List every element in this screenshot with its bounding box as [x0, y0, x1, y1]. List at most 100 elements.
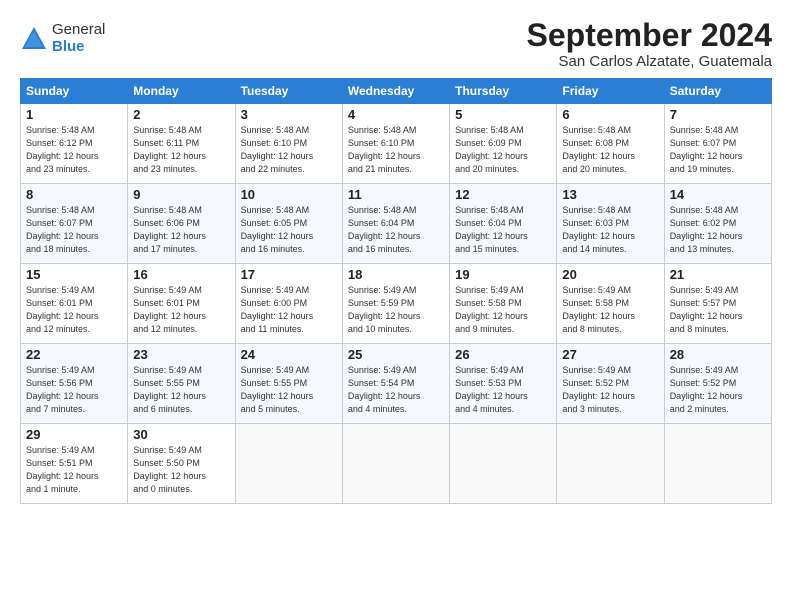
- day-info: Sunrise: 5:49 AM Sunset: 5:52 PM Dayligh…: [562, 364, 658, 416]
- day-cell: 17Sunrise: 5:49 AM Sunset: 6:00 PM Dayli…: [235, 264, 342, 344]
- day-info: Sunrise: 5:48 AM Sunset: 6:06 PM Dayligh…: [133, 204, 229, 256]
- week-row-4: 22 Sunrise: 5:49 AM Sunset: 5:56 PM Dayli…: [21, 344, 772, 424]
- day-cell: 19Sunrise: 5:49 AM Sunset: 5:58 PM Dayli…: [450, 264, 557, 344]
- day-info: Sunrise: 5:48 AM Sunset: 6:04 PM Dayligh…: [348, 204, 444, 256]
- day-cell: 1Sunrise: 5:48 AM Sunset: 6:12 PM Daylig…: [21, 104, 128, 184]
- day-number: 19: [455, 267, 551, 282]
- day-info: Sunrise: 5:49 AM Sunset: 5:55 PM Dayligh…: [133, 364, 229, 416]
- day-number: 2: [133, 107, 229, 122]
- day-info: Sunrise: 5:48 AM Sunset: 6:03 PM Dayligh…: [562, 204, 658, 256]
- title-block: September 2024 San Carlos Alzatate, Guat…: [527, 18, 772, 70]
- day-cell: 3 Sunrise: 5:48 AM Sunset: 6:10 PM Daylig…: [235, 104, 342, 184]
- calendar-body: 1Sunrise: 5:48 AM Sunset: 6:12 PM Daylig…: [21, 104, 772, 504]
- day-number: 10: [241, 187, 337, 202]
- day-number: 3: [241, 107, 337, 122]
- day-cell: 27 Sunrise: 5:49 AM Sunset: 5:52 PM Dayli…: [557, 344, 664, 424]
- day-number: 7: [670, 107, 766, 122]
- day-cell: 28 Sunrise: 5:49 AM Sunset: 5:52 PM Dayli…: [664, 344, 771, 424]
- day-info: Sunrise: 5:49 AM Sunset: 5:50 PM Dayligh…: [133, 444, 229, 496]
- col-monday: Monday: [128, 79, 235, 104]
- day-number: 29: [26, 427, 122, 442]
- header: General Blue September 2024 San Carlos A…: [20, 18, 772, 70]
- day-info: Sunrise: 5:48 AM Sunset: 6:07 PM Dayligh…: [26, 204, 122, 256]
- day-number: 20: [562, 267, 658, 282]
- week-row-3: 15Sunrise: 5:49 AM Sunset: 6:01 PM Dayli…: [21, 264, 772, 344]
- day-cell: 18 Sunrise: 5:49 AM Sunset: 5:59 PM Dayli…: [342, 264, 449, 344]
- day-info: Sunrise: 5:49 AM Sunset: 5:58 PM Dayligh…: [562, 284, 658, 336]
- day-number: 11: [348, 187, 444, 202]
- day-cell: [450, 424, 557, 504]
- day-number: 16: [133, 267, 229, 282]
- location: San Carlos Alzatate, Guatemala: [527, 53, 772, 70]
- day-cell: 12 Sunrise: 5:48 AM Sunset: 6:04 PM Dayli…: [450, 184, 557, 264]
- week-row-5: 29 Sunrise: 5:49 AM Sunset: 5:51 PM Dayli…: [21, 424, 772, 504]
- day-number: 9: [133, 187, 229, 202]
- header-row: Sunday Monday Tuesday Wednesday Thursday…: [21, 79, 772, 104]
- day-cell: 13 Sunrise: 5:48 AM Sunset: 6:03 PM Dayli…: [557, 184, 664, 264]
- day-cell: 29 Sunrise: 5:49 AM Sunset: 5:51 PM Dayli…: [21, 424, 128, 504]
- col-thursday: Thursday: [450, 79, 557, 104]
- day-cell: 25Sunrise: 5:49 AM Sunset: 5:54 PM Dayli…: [342, 344, 449, 424]
- day-cell: 11 Sunrise: 5:48 AM Sunset: 6:04 PM Dayli…: [342, 184, 449, 264]
- day-info: Sunrise: 5:48 AM Sunset: 6:11 PM Dayligh…: [133, 124, 229, 176]
- day-number: 13: [562, 187, 658, 202]
- day-cell: 26 Sunrise: 5:49 AM Sunset: 5:53 PM Dayli…: [450, 344, 557, 424]
- col-friday: Friday: [557, 79, 664, 104]
- day-number: 8: [26, 187, 122, 202]
- day-number: 28: [670, 347, 766, 362]
- day-info: Sunrise: 5:49 AM Sunset: 5:53 PM Dayligh…: [455, 364, 551, 416]
- day-cell: 24 Sunrise: 5:49 AM Sunset: 5:55 PM Dayli…: [235, 344, 342, 424]
- day-cell: [557, 424, 664, 504]
- day-info: Sunrise: 5:48 AM Sunset: 6:04 PM Dayligh…: [455, 204, 551, 256]
- day-info: Sunrise: 5:48 AM Sunset: 6:07 PM Dayligh…: [670, 124, 766, 176]
- day-info: Sunrise: 5:49 AM Sunset: 5:52 PM Dayligh…: [670, 364, 766, 416]
- day-cell: 6Sunrise: 5:48 AM Sunset: 6:08 PM Daylig…: [557, 104, 664, 184]
- day-cell: 21 Sunrise: 5:49 AM Sunset: 5:57 PM Dayli…: [664, 264, 771, 344]
- day-cell: 14Sunrise: 5:48 AM Sunset: 6:02 PM Dayli…: [664, 184, 771, 264]
- day-number: 25: [348, 347, 444, 362]
- day-info: Sunrise: 5:48 AM Sunset: 6:09 PM Dayligh…: [455, 124, 551, 176]
- logo-blue-label: Blue: [52, 39, 105, 56]
- day-number: 6: [562, 107, 658, 122]
- day-info: Sunrise: 5:49 AM Sunset: 5:51 PM Dayligh…: [26, 444, 122, 496]
- day-cell: 2 Sunrise: 5:48 AM Sunset: 6:11 PM Daylig…: [128, 104, 235, 184]
- week-row-2: 8 Sunrise: 5:48 AM Sunset: 6:07 PM Daylig…: [21, 184, 772, 264]
- day-cell: 20 Sunrise: 5:49 AM Sunset: 5:58 PM Dayli…: [557, 264, 664, 344]
- day-number: 18: [348, 267, 444, 282]
- week-row-1: 1Sunrise: 5:48 AM Sunset: 6:12 PM Daylig…: [21, 104, 772, 184]
- col-saturday: Saturday: [664, 79, 771, 104]
- day-number: 22: [26, 347, 122, 362]
- month-title: September 2024: [527, 18, 772, 53]
- day-number: 26: [455, 347, 551, 362]
- day-cell: 15Sunrise: 5:49 AM Sunset: 6:01 PM Dayli…: [21, 264, 128, 344]
- day-number: 12: [455, 187, 551, 202]
- logo: General Blue: [20, 22, 105, 55]
- day-info: Sunrise: 5:49 AM Sunset: 5:55 PM Dayligh…: [241, 364, 337, 416]
- day-number: 15: [26, 267, 122, 282]
- day-cell: 10Sunrise: 5:48 AM Sunset: 6:05 PM Dayli…: [235, 184, 342, 264]
- day-cell: [235, 424, 342, 504]
- day-info: Sunrise: 5:48 AM Sunset: 6:10 PM Dayligh…: [241, 124, 337, 176]
- day-info: Sunrise: 5:49 AM Sunset: 5:57 PM Dayligh…: [670, 284, 766, 336]
- day-cell: 16Sunrise: 5:49 AM Sunset: 6:01 PM Dayli…: [128, 264, 235, 344]
- calendar-header: Sunday Monday Tuesday Wednesday Thursday…: [21, 79, 772, 104]
- col-sunday: Sunday: [21, 79, 128, 104]
- day-number: 5: [455, 107, 551, 122]
- day-number: 14: [670, 187, 766, 202]
- logo-general-label: General: [52, 22, 105, 39]
- day-info: Sunrise: 5:49 AM Sunset: 5:59 PM Dayligh…: [348, 284, 444, 336]
- day-number: 21: [670, 267, 766, 282]
- day-cell: 9 Sunrise: 5:48 AM Sunset: 6:06 PM Daylig…: [128, 184, 235, 264]
- day-cell: [664, 424, 771, 504]
- day-cell: 5 Sunrise: 5:48 AM Sunset: 6:09 PM Daylig…: [450, 104, 557, 184]
- day-cell: 4Sunrise: 5:48 AM Sunset: 6:10 PM Daylig…: [342, 104, 449, 184]
- day-cell: [342, 424, 449, 504]
- calendar-table: Sunday Monday Tuesday Wednesday Thursday…: [20, 78, 772, 504]
- day-cell: 23Sunrise: 5:49 AM Sunset: 5:55 PM Dayli…: [128, 344, 235, 424]
- day-info: Sunrise: 5:49 AM Sunset: 5:56 PM Dayligh…: [26, 364, 122, 416]
- day-number: 24: [241, 347, 337, 362]
- page: General Blue September 2024 San Carlos A…: [0, 0, 792, 612]
- day-number: 27: [562, 347, 658, 362]
- day-cell: 7 Sunrise: 5:48 AM Sunset: 6:07 PM Daylig…: [664, 104, 771, 184]
- logo-text: General Blue: [52, 22, 105, 55]
